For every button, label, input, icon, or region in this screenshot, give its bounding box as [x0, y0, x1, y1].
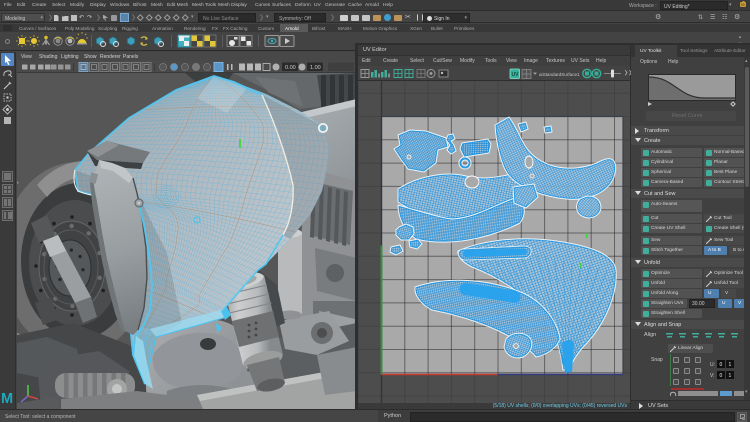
svg-text:UV: UV — [512, 72, 520, 78]
svg-text:1.00: 1.00 — [310, 65, 321, 71]
svg-text:0.00: 0.00 — [285, 65, 296, 71]
